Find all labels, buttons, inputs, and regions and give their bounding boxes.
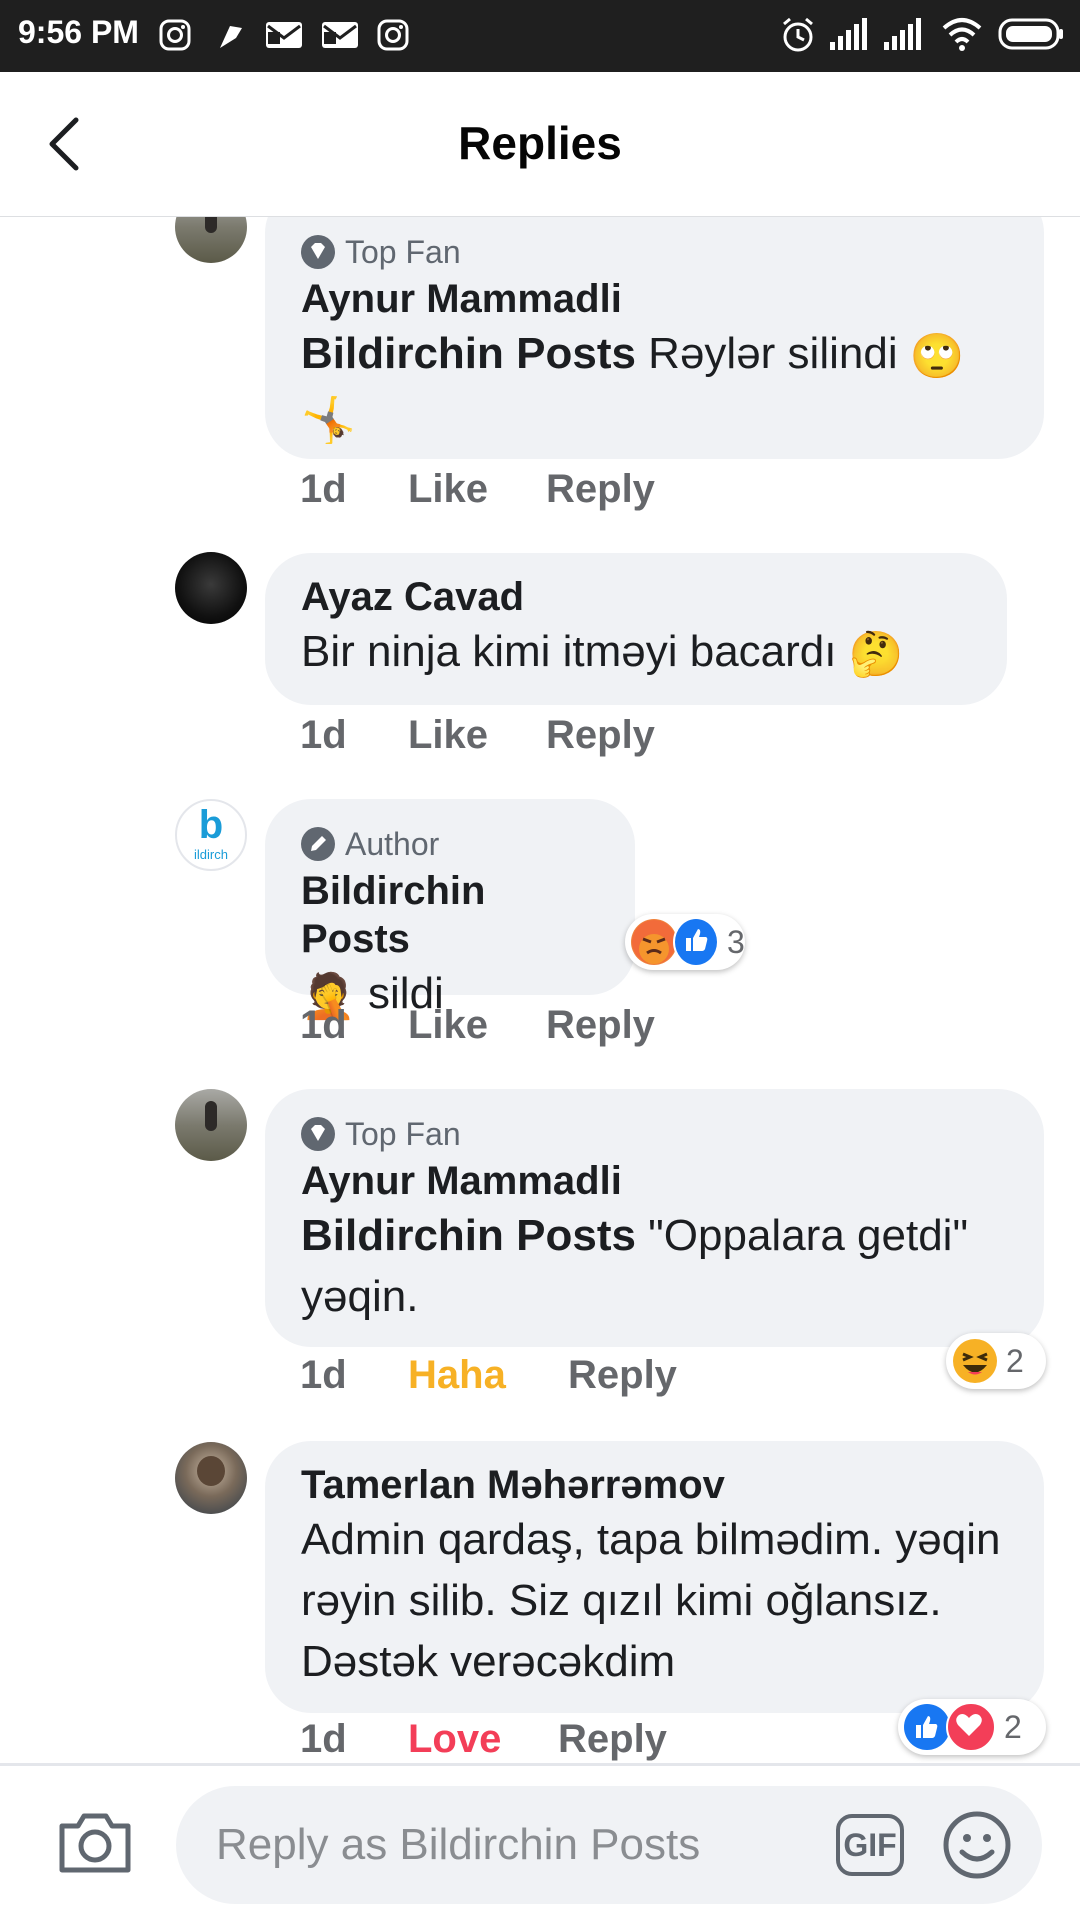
alarm-icon [783,17,813,52]
gif-button[interactable]: GIF [836,1814,904,1876]
like-reaction-icon [904,1704,950,1750]
instagram-icon [159,19,191,51]
reaction-summary[interactable]: 2 [898,1699,1046,1755]
comment-bubble[interactable]: Top Fan Aynur Mammadli Bildirchin Posts … [265,1089,1044,1347]
comment-bubble[interactable]: Author Bildirchin Posts 🤦 sildi [265,799,635,1021]
author-badge: Author [301,821,599,867]
reaction-count: 2 [1006,1342,1024,1379]
angry-reaction-icon [631,919,677,965]
reaction-count: 2 [1004,1708,1022,1745]
battery-icon [998,18,1063,50]
wifi-icon [942,18,982,51]
comment-bubble[interactable]: Top Fan Aynur Mammadli Bildirchin Posts … [265,217,1044,459]
comment-body: Bir ninja kimi itməyi bacardı [301,627,837,676]
mail-icon [322,22,358,48]
avatar-figure [197,1456,225,1486]
mail-icon [266,22,302,48]
badge-label: Author [345,825,440,862]
flag-icon [220,26,242,48]
diamond-icon [301,235,335,269]
cartwheel-emoji: 🤸 [301,395,356,445]
status-time: 9:56 PM [18,14,139,50]
haha-reaction-icon [952,1338,998,1384]
comment-actions: 1d Like Reply [300,467,700,517]
like-button[interactable]: Like [408,1003,488,1048]
comment-author[interactable]: Bildirchin Posts [301,867,599,963]
avatar[interactable] [175,1089,247,1161]
avatar[interactable] [175,1442,247,1514]
page-title: Replies [458,117,622,169]
reply-composer: GIF [0,1763,1080,1923]
comment-text: Bildirchin Posts Rəylər silindi 🙄 🤸 [301,323,1008,451]
mention-link[interactable]: Bildirchin Posts [301,329,636,378]
avatar[interactable] [175,217,247,263]
thinking-emoji: 🤔 [848,629,904,679]
comment-time: 1d [300,713,347,757]
pencil-icon [301,827,335,861]
comment-list[interactable]: Top Fan Aynur Mammadli Bildirchin Posts … [0,217,1080,1763]
comment-body: Admin qardaş, tapa bilmədim. yəqin rəyin… [301,1515,1001,1686]
diamond-icon [301,1117,335,1151]
page-avatar[interactable]: b ildirch [175,799,247,871]
status-bar: 9:56 PM [0,0,1080,72]
reaction-summary[interactable]: 3 [625,914,745,970]
top-fan-badge: Top Fan [301,1111,1008,1157]
top-fan-badge: Top Fan [301,229,1008,275]
comment-time: 1d [300,467,347,511]
comment-author[interactable]: Aynur Mammadli [301,275,1008,323]
emoji-picker-icon[interactable] [942,1810,1012,1880]
reaction-summary[interactable]: 2 [946,1333,1046,1389]
reply-input[interactable] [176,1786,1042,1904]
like-button[interactable]: Like [408,713,488,758]
comment-author[interactable]: Aynur Mammadli [301,1157,1008,1205]
header: Replies [0,72,1080,217]
comment-author[interactable]: Tamerlan Məhərrəmov [301,1461,1008,1509]
signal-icon [830,18,867,50]
comment-actions: 1d Like Reply [300,713,700,763]
comment-time: 1d [300,1003,347,1047]
avatar-logo-text: ildirch [194,847,228,862]
comment-text: Bir ninja kimi itməyi bacardı 🤔 [301,621,971,685]
comment-text: Bildirchin Posts "Oppalara getdi" yəqin. [301,1205,1008,1327]
badge-label: Top Fan [345,1115,461,1152]
reply-button[interactable]: Reply [558,1717,667,1762]
comment-actions: 1d Love Reply [300,1717,720,1763]
instagram-icon [377,19,409,51]
avatar-logo-letter: b [198,803,224,847]
avatar[interactable] [175,552,247,624]
comment-time: 1d [300,1717,347,1761]
badge-label: Top Fan [345,233,461,270]
comment-actions: 1d Like Reply [300,1003,700,1053]
avatar-figure [205,217,217,233]
reaction-count: 3 [727,923,745,960]
like-reaction-icon [673,917,719,967]
comment-bubble[interactable]: Ayaz Cavad Bir ninja kimi itməyi bacardı… [265,553,1007,705]
love-button[interactable]: Love [408,1717,501,1762]
signal-icon [884,18,921,50]
reply-button[interactable]: Reply [568,1353,677,1398]
comment-bubble[interactable]: Tamerlan Məhərrəmov Admin qardaş, tapa b… [265,1441,1044,1713]
like-button[interactable]: Like [408,467,488,512]
comment-time: 1d [300,1353,347,1397]
reply-button[interactable]: Reply [546,1003,655,1048]
avatar-figure [205,1101,217,1131]
comment-author[interactable]: Ayaz Cavad [301,573,971,621]
comment-text: Admin qardaş, tapa bilmədim. yəqin rəyin… [301,1509,1008,1692]
camera-icon[interactable] [56,1806,134,1878]
eye-roll-emoji: 🙄 [909,331,965,381]
mention-link[interactable]: Bildirchin Posts [301,1211,636,1260]
reply-button[interactable]: Reply [546,713,655,758]
reply-button[interactable]: Reply [546,467,655,512]
comment-body: Rəylər silindi [635,329,898,378]
haha-button[interactable]: Haha [408,1353,506,1398]
comment-actions: 1d Haha Reply [300,1353,720,1403]
love-reaction-icon [946,1702,996,1752]
